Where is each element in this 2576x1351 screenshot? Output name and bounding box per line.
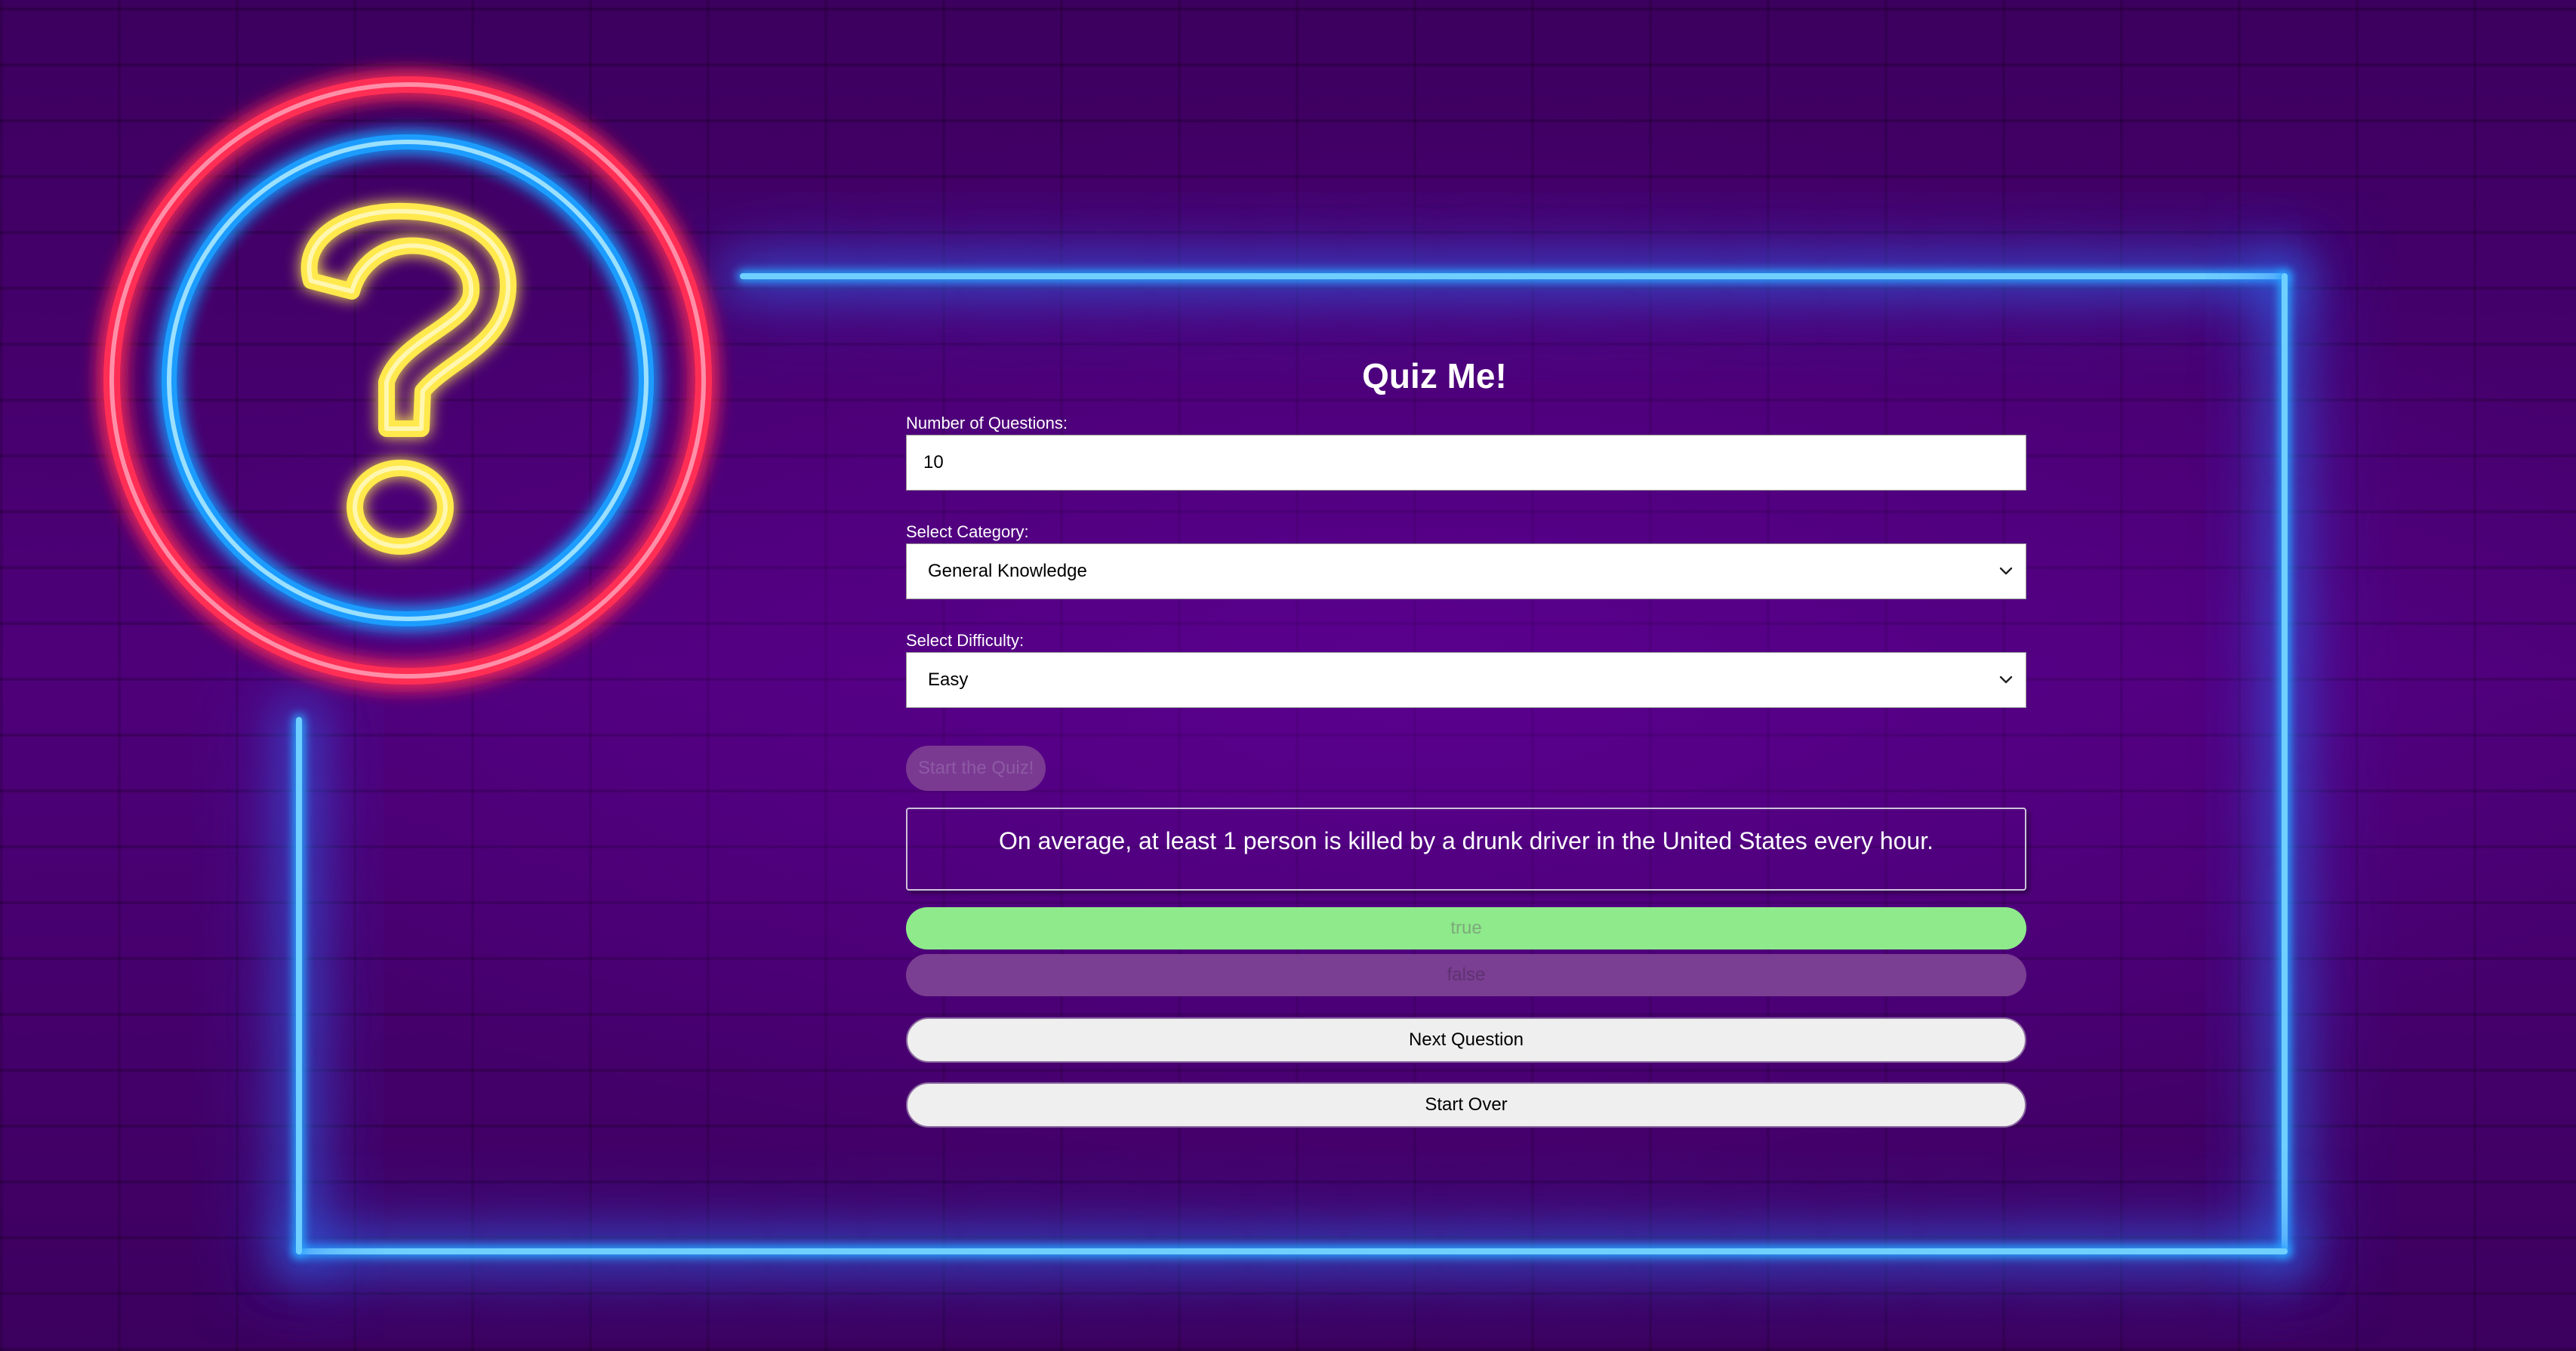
page-title: Quiz Me! — [1362, 356, 1507, 395]
num-questions-label: Number of Questions: — [906, 414, 1068, 432]
neon-frame-left — [296, 717, 302, 1254]
start-over-button[interactable]: Start Over — [906, 1082, 2026, 1128]
neon-frame-top — [740, 273, 2288, 279]
num-questions-input[interactable] — [906, 435, 2026, 491]
difficulty-select[interactable]: Easy — [906, 652, 2026, 708]
difficulty-select-value: Easy — [928, 669, 969, 690]
category-select[interactable]: General Knowledge — [906, 543, 2026, 599]
quiz-panel: Quiz Me! Number of Questions: Select Cat… — [906, 355, 2026, 1147]
neon-question-mark-icon — [103, 76, 712, 685]
start-quiz-button[interactable]: Start the Quiz! — [906, 746, 1046, 791]
neon-frame-bottom — [296, 1248, 2288, 1254]
category-select-value: General Knowledge — [928, 561, 1087, 581]
chevron-down-icon — [1997, 544, 2015, 599]
neon-question-mark-logo — [75, 53, 740, 702]
category-label: Select Category: — [906, 522, 1029, 541]
next-question-button[interactable]: Next Question — [906, 1017, 2026, 1063]
difficulty-label: Select Difficulty: — [906, 631, 1025, 650]
neon-frame-right — [2282, 273, 2288, 1254]
chevron-down-icon — [1997, 653, 2015, 707]
question-text: On average, at least 1 person is killed … — [906, 808, 2026, 891]
answer-button-false[interactable]: false — [906, 954, 2026, 996]
answer-button-true[interactable]: true — [906, 907, 2026, 949]
